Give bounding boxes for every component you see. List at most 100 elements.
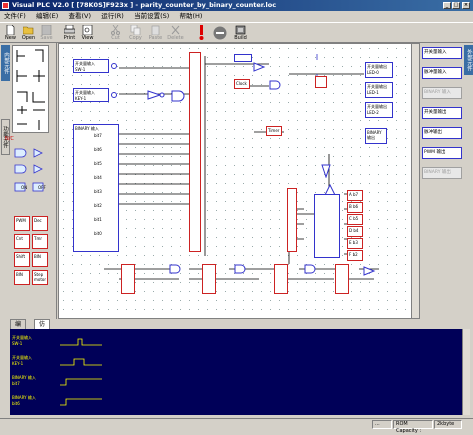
gate-palette	[12, 145, 49, 209]
bit-label: bit3	[94, 189, 102, 194]
step-motor-component[interactable]: Step motor	[32, 270, 48, 285]
output-bit-block[interactable]: E b3	[347, 238, 363, 249]
build-button[interactable]: Build	[232, 24, 249, 43]
print-button[interactable]: Print	[61, 24, 78, 43]
output-bit-block[interactable]: F b2	[347, 250, 363, 261]
tab-compile[interactable]: 编译	[10, 319, 27, 338]
save-button[interactable]: Save	[38, 24, 55, 43]
stop-button[interactable]	[211, 24, 228, 43]
open-button[interactable]: Open	[20, 24, 37, 43]
cut-button[interactable]: Cut	[107, 24, 124, 43]
output-bit-block[interactable]: C b5	[347, 214, 363, 225]
counter-block[interactable]	[121, 264, 135, 294]
delete-icon	[171, 25, 180, 35]
right-palette: 外部元件 开关量输入 脉冲量输入 BINARY 输入 开关量输出 脉冲输出 PW…	[421, 43, 473, 319]
switch-input-button[interactable]: 开关量输入	[422, 47, 462, 59]
counter-register-block[interactable]	[287, 188, 297, 252]
counter-block[interactable]	[274, 264, 288, 294]
output-bit-block[interactable]: D b4	[347, 226, 363, 237]
shift-register-block[interactable]	[314, 194, 340, 258]
output-led2-block[interactable]: 开关量输出 LED-2	[365, 102, 393, 118]
copy-button[interactable]: Copy	[127, 24, 144, 43]
buffer-gate-icon[interactable]	[363, 266, 377, 276]
waveform-scrollbar[interactable]	[462, 329, 470, 415]
bit-label: bit6	[94, 147, 102, 152]
pwm-component[interactable]: PWM	[14, 216, 30, 231]
buffer-gate-icon[interactable]	[253, 62, 267, 72]
and-gate-icon[interactable]	[169, 264, 183, 274]
multiplexer-block[interactable]	[189, 52, 201, 252]
run-button[interactable]	[193, 24, 210, 43]
delete-button[interactable]: Delete	[167, 24, 184, 43]
tab-internal-components[interactable]: 内部元件	[1, 45, 10, 81]
logic-gate-icons	[14, 148, 44, 192]
save-icon	[41, 25, 52, 35]
maximize-button[interactable]: □	[452, 2, 460, 9]
bit-label: bit5	[94, 161, 102, 166]
toolbar: New Open Save Print View Cut Copy Paste …	[0, 22, 473, 43]
menu-settings[interactable]: 当前设置(S)	[130, 12, 173, 20]
binary-input-block[interactable]: BINARY 输入 bit7 bit6 bit5 bit4 bit3 bit2 …	[73, 124, 119, 252]
waveform-label: BINARY 输入 bit7	[12, 375, 36, 386]
binary-output-button[interactable]: BINARY 输出	[422, 167, 462, 179]
view-button[interactable]: View	[79, 24, 96, 43]
waveform-label: 开关量输入 KEY-1	[12, 355, 32, 366]
menu-file[interactable]: 文件(F)	[0, 12, 30, 20]
counter-block[interactable]	[202, 264, 216, 294]
bit-label: bit1	[94, 217, 102, 222]
output-bit-block[interactable]: B b6	[347, 202, 363, 213]
flipflop-block[interactable]	[315, 76, 327, 88]
port[interactable]	[111, 92, 117, 98]
view-icon	[82, 25, 93, 35]
menu-edit[interactable]: 编辑(E)	[32, 12, 62, 20]
and-gate-icon[interactable]	[171, 90, 187, 102]
menu-view[interactable]: 查看(V)	[64, 12, 95, 20]
canvas-scrollbar[interactable]	[411, 44, 419, 318]
diagram-canvas[interactable]: 开关量输入 SW-1 开关量输入 KEY-1 BINARY 输入 bit7 bi…	[58, 43, 420, 319]
binary-output-block[interactable]: BINARY 输出	[365, 128, 387, 144]
input-key1-block[interactable]: 开关量输入 KEY-1	[73, 88, 109, 102]
shift-component[interactable]: Shift	[14, 252, 30, 267]
output-led0-block[interactable]: 开关量输出 LED-0	[365, 62, 393, 78]
left-palette: 内部元件 功能元件 N/C ON OFF PWM Dec Cnt Tmr Shi…	[0, 43, 57, 319]
output-led1-block[interactable]: 开关量输出 LED-1	[365, 82, 393, 98]
timer-block[interactable]: Timer	[266, 126, 282, 136]
pulse-output-button[interactable]: 脉冲输出	[422, 127, 462, 139]
binary-out-component[interactable]: BIN	[14, 270, 30, 285]
open-folder-icon	[23, 26, 34, 35]
output-bit-block[interactable]: A b7	[347, 190, 363, 201]
paste-icon	[151, 25, 160, 35]
inverter-block[interactable]	[234, 54, 252, 62]
timer-component[interactable]: Tmr	[32, 234, 48, 249]
tab-simulate[interactable]: 仿真	[34, 319, 51, 338]
and-gate-icon[interactable]	[234, 264, 248, 274]
counter-block[interactable]	[335, 264, 349, 294]
run-icon	[199, 25, 204, 40]
menu-help[interactable]: 帮助(H)	[176, 12, 207, 20]
wire-tools-icon	[16, 49, 45, 130]
and-gate-icon[interactable]	[304, 264, 318, 274]
counter-component[interactable]: Cnt	[14, 234, 30, 249]
port[interactable]	[111, 63, 117, 69]
pwm-output-button[interactable]: PWM 输出	[422, 147, 462, 159]
binary-component[interactable]: BIN	[32, 252, 48, 267]
pulse-input-button[interactable]: 脉冲量输入	[422, 67, 462, 79]
minimize-button[interactable]: _	[443, 2, 451, 9]
decoder-component[interactable]: Dec	[32, 216, 48, 231]
title-bar: Visual PLC V2.0 [ [78K0S]F923x ] - parit…	[0, 0, 473, 11]
not-gate-icon[interactable]	[147, 90, 167, 100]
buffer-gate-icon[interactable]	[321, 164, 331, 178]
binary-input-button[interactable]: BINARY 输入	[422, 87, 462, 99]
and-gate-icon[interactable]	[269, 80, 283, 90]
tab-external-components[interactable]: 外部元件	[464, 45, 473, 75]
close-button[interactable]: ×	[462, 2, 470, 9]
on-label: ON	[21, 185, 28, 190]
switch-output-button[interactable]: 开关量输出	[422, 107, 462, 119]
print-icon	[64, 25, 75, 34]
menu-run[interactable]: 运行(R)	[97, 12, 128, 20]
paste-button[interactable]: Paste	[147, 24, 164, 43]
new-file-icon	[6, 25, 15, 35]
clock-block[interactable]: Clock	[234, 79, 250, 89]
new-button[interactable]: New	[2, 24, 19, 43]
input-sw1-block[interactable]: 开关量输入 SW-1	[73, 59, 109, 73]
